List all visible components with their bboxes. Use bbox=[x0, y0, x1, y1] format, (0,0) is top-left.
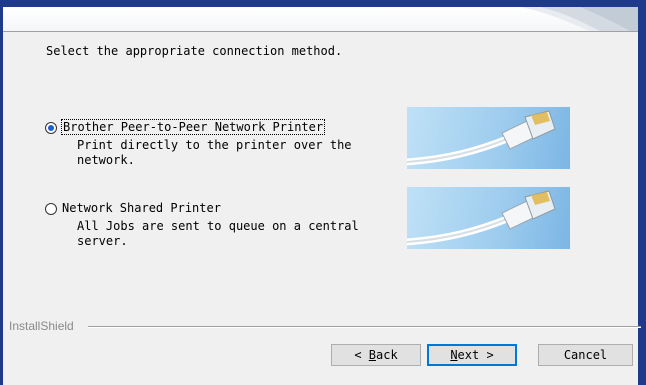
next-button-mnemonic: N bbox=[450, 348, 458, 362]
window-left-border bbox=[0, 7, 3, 385]
footer-separator bbox=[88, 326, 641, 328]
next-button[interactable]: Next > bbox=[427, 344, 517, 366]
option-description-network-shared: All Jobs are sent to queue on a central … bbox=[77, 219, 359, 248]
next-button-rest: ext bbox=[457, 348, 480, 362]
back-button-prefix: < bbox=[354, 348, 369, 362]
instruction-text: Select the appropriate connection method… bbox=[46, 44, 343, 58]
back-button-mnemonic: B bbox=[368, 348, 376, 362]
window-right-border bbox=[638, 7, 646, 385]
header-graphic bbox=[520, 7, 646, 31]
window-top-border bbox=[0, 0, 646, 7]
ethernet-cable-image bbox=[407, 107, 570, 169]
ethernet-cable-image bbox=[407, 187, 570, 249]
option-label-peer-to-peer[interactable]: Brother Peer-to-Peer Network Printer bbox=[60, 119, 326, 135]
option-label-network-shared[interactable]: Network Shared Printer bbox=[62, 201, 221, 215]
next-button-suffix: > bbox=[479, 348, 494, 362]
dialog-header-banner bbox=[0, 7, 646, 32]
installshield-label: InstallShield bbox=[9, 319, 74, 333]
radio-network-shared[interactable] bbox=[45, 203, 57, 215]
radio-peer-to-peer[interactable] bbox=[45, 122, 57, 134]
back-button-rest: ack bbox=[376, 348, 398, 362]
option-description-peer-to-peer: Print directly to the printer over the n… bbox=[77, 138, 352, 167]
cancel-button[interactable]: Cancel bbox=[538, 344, 633, 366]
back-button[interactable]: < Back bbox=[331, 344, 421, 366]
